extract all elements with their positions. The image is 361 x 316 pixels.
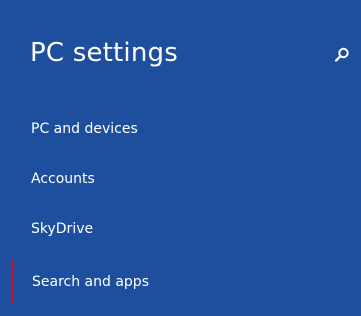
- nav-item-search-and-apps[interactable]: Search and apps: [12, 259, 186, 304]
- settings-nav: PC and devices Accounts SkyDrive Search …: [0, 0, 361, 316]
- nav-item-label: Search and apps: [32, 273, 149, 290]
- nav-item-label: SkyDrive: [31, 221, 94, 237]
- nav-item-accounts[interactable]: Accounts: [12, 157, 186, 201]
- nav-item-label: PC and devices: [31, 121, 138, 137]
- nav-item-pc-and-devices[interactable]: PC and devices: [12, 107, 186, 151]
- nav-item-label: Accounts: [31, 171, 95, 187]
- nav-item-skydrive[interactable]: SkyDrive: [12, 207, 186, 251]
